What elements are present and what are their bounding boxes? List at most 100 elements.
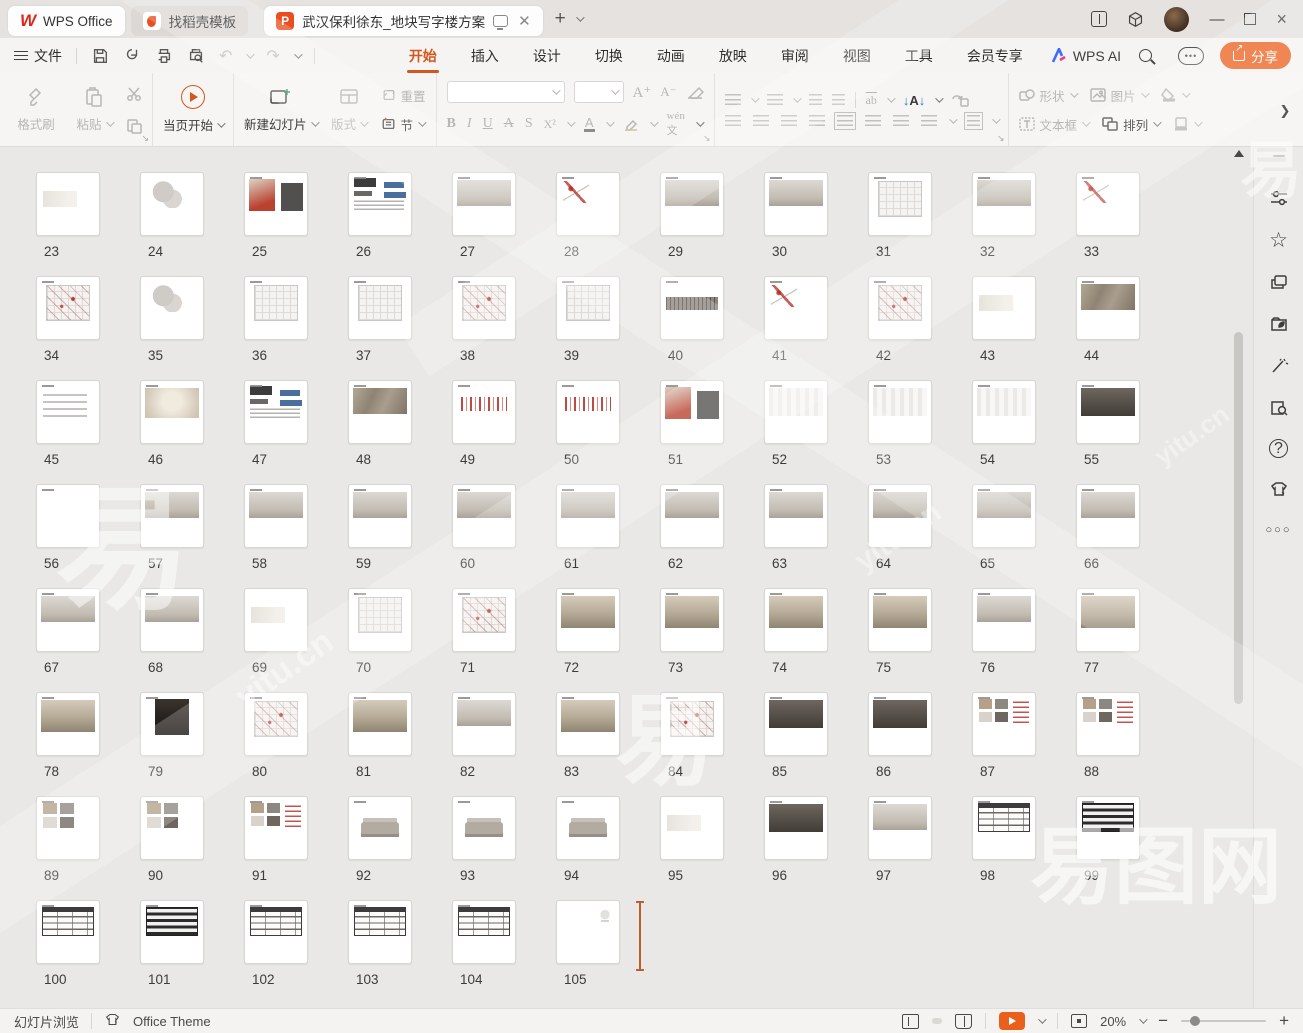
decrease-font-icon[interactable]: A⁻ xyxy=(660,84,676,100)
print-preview-icon[interactable] xyxy=(187,47,205,65)
font-family-select[interactable] xyxy=(447,81,565,103)
underline-button[interactable]: U xyxy=(483,116,493,132)
slide-thumbnail[interactable] xyxy=(140,276,204,340)
bold-button[interactable]: B xyxy=(447,116,456,132)
slide-thumbnail[interactable] xyxy=(868,172,932,236)
format-painter-button[interactable]: 格式刷 xyxy=(10,80,62,140)
tab-slideshow[interactable]: 放映 xyxy=(717,40,749,72)
tab-active-document[interactable]: P 武汉保利徐东_地块写字楼方案 ✕ xyxy=(264,6,543,36)
slide-thumbnail[interactable] xyxy=(764,172,828,236)
slide-thumbnail[interactable] xyxy=(36,172,100,236)
slide-thumbnail[interactable] xyxy=(764,484,828,548)
tab-transitions[interactable]: 切换 xyxy=(593,40,625,72)
align-center-button[interactable] xyxy=(753,115,769,127)
char-spacing-button[interactable]: ab xyxy=(866,93,877,108)
new-tab-button[interactable]: + xyxy=(555,8,566,30)
slide-thumbnail[interactable] xyxy=(36,692,100,756)
slide-thumbnail[interactable] xyxy=(972,692,1036,756)
slide-thumbnail[interactable] xyxy=(452,276,516,340)
magic-wand-icon[interactable] xyxy=(1268,355,1290,377)
clear-format-icon[interactable] xyxy=(686,85,704,99)
maximize-button[interactable] xyxy=(1244,13,1256,25)
slide-thumbnail[interactable] xyxy=(764,796,828,860)
new-slide-button[interactable]: 新建幻灯片 xyxy=(244,80,317,140)
slide-thumbnail[interactable] xyxy=(660,484,724,548)
dialog-launcher-icon[interactable]: ↘ xyxy=(997,133,1005,144)
arrange-button[interactable]: 排列 xyxy=(1102,111,1159,137)
slide-thumbnail[interactable] xyxy=(1076,276,1140,340)
slide-thumbnail[interactable] xyxy=(452,900,516,964)
slide-thumbnail[interactable] xyxy=(36,276,100,340)
slide-thumbnail[interactable] xyxy=(972,588,1036,652)
minimize-button[interactable]: — xyxy=(1209,11,1224,28)
shadow-button[interactable]: S xyxy=(525,116,533,132)
vertical-align-button[interactable] xyxy=(967,115,980,127)
slide-thumbnail[interactable] xyxy=(1076,484,1140,548)
cut-button[interactable] xyxy=(126,86,142,102)
integrations-icon[interactable] xyxy=(1127,11,1144,28)
export-pdf-icon[interactable] xyxy=(123,47,141,65)
slide-thumbnail[interactable] xyxy=(348,484,412,548)
tab-view[interactable]: 视图 xyxy=(841,40,873,72)
slide-thumbnail[interactable] xyxy=(972,484,1036,548)
undo-icon[interactable]: ↶ xyxy=(219,46,232,65)
slide-thumbnail[interactable] xyxy=(556,588,620,652)
normal-view-button[interactable] xyxy=(902,1014,919,1029)
skin-settings-icon[interactable] xyxy=(1268,478,1290,500)
slide-thumbnail[interactable] xyxy=(244,692,308,756)
slide-thumbnail[interactable] xyxy=(556,172,620,236)
tab-list-chevron-icon[interactable] xyxy=(576,13,584,21)
slide-thumbnail[interactable] xyxy=(764,380,828,444)
fit-to-window-button[interactable] xyxy=(1071,1014,1087,1028)
line-spacing-button[interactable] xyxy=(921,115,937,127)
save-icon[interactable] xyxy=(91,47,109,65)
quickbar-chevron-icon[interactable] xyxy=(294,50,302,58)
slide-thumbnail[interactable] xyxy=(868,484,932,548)
slide-thumbnail[interactable] xyxy=(140,692,204,756)
slide-thumbnail[interactable] xyxy=(972,796,1036,860)
scrollbar-up-arrow[interactable] xyxy=(1234,150,1244,157)
slide-thumbnail[interactable] xyxy=(764,588,828,652)
font-size-select[interactable] xyxy=(574,81,624,103)
slide-thumbnail[interactable] xyxy=(452,484,516,548)
help-icon[interactable]: ? xyxy=(1269,439,1288,458)
slide-thumbnail[interactable] xyxy=(660,588,724,652)
multiscreen-icon[interactable] xyxy=(493,15,508,27)
highlight-button[interactable] xyxy=(623,118,639,131)
slide-thumbnail[interactable] xyxy=(556,796,620,860)
slide-thumbnail[interactable] xyxy=(660,692,724,756)
superscript-button[interactable]: X² xyxy=(544,117,556,132)
line-spacing-up-icon[interactable] xyxy=(865,115,881,127)
layout-button[interactable]: 版式 xyxy=(323,80,375,140)
align-left-button[interactable] xyxy=(725,115,741,127)
slide-thumbnail[interactable] xyxy=(556,692,620,756)
tab-wps-home[interactable]: W WPS Office xyxy=(8,6,125,36)
play-from-current-button[interactable]: 当页开始 xyxy=(163,80,223,140)
slide-thumbnail[interactable] xyxy=(764,692,828,756)
slide-thumbnail[interactable] xyxy=(244,380,308,444)
more-tools-icon[interactable]: ○○○ xyxy=(1266,524,1292,536)
slide-thumbnail[interactable] xyxy=(452,796,516,860)
template-resource-icon[interactable] xyxy=(1268,313,1290,335)
slide-thumbnail[interactable] xyxy=(452,692,516,756)
slide-thumbnail[interactable] xyxy=(972,276,1036,340)
redo-icon[interactable]: ↷ xyxy=(266,46,279,65)
play-options-chevron-icon[interactable] xyxy=(1038,1015,1046,1023)
line-spacing-down-icon[interactable] xyxy=(893,115,909,127)
device-sync-icon[interactable] xyxy=(1091,11,1107,27)
zoom-slider[interactable] xyxy=(1181,1020,1266,1022)
align-right-button[interactable] xyxy=(781,115,797,127)
distributed-button[interactable] xyxy=(837,115,853,127)
slide-thumbnail[interactable] xyxy=(1076,172,1140,236)
strikethrough-button[interactable]: A xyxy=(504,116,514,132)
wps-ai-button[interactable]: WPS AI xyxy=(1051,48,1121,64)
slide-thumbnail[interactable] xyxy=(452,588,516,652)
slide-thumbnail[interactable] xyxy=(140,796,204,860)
slide-thumbnail[interactable] xyxy=(140,588,204,652)
favorites-star-icon[interactable]: ☆ xyxy=(1268,229,1290,251)
properties-settings-icon[interactable] xyxy=(1268,187,1290,209)
find-replace-icon[interactable] xyxy=(1268,397,1290,419)
tab-tools[interactable]: 工具 xyxy=(903,40,935,72)
text-direction-button[interactable]: ↓A↓ xyxy=(903,93,925,108)
slide-thumbnail[interactable] xyxy=(660,380,724,444)
